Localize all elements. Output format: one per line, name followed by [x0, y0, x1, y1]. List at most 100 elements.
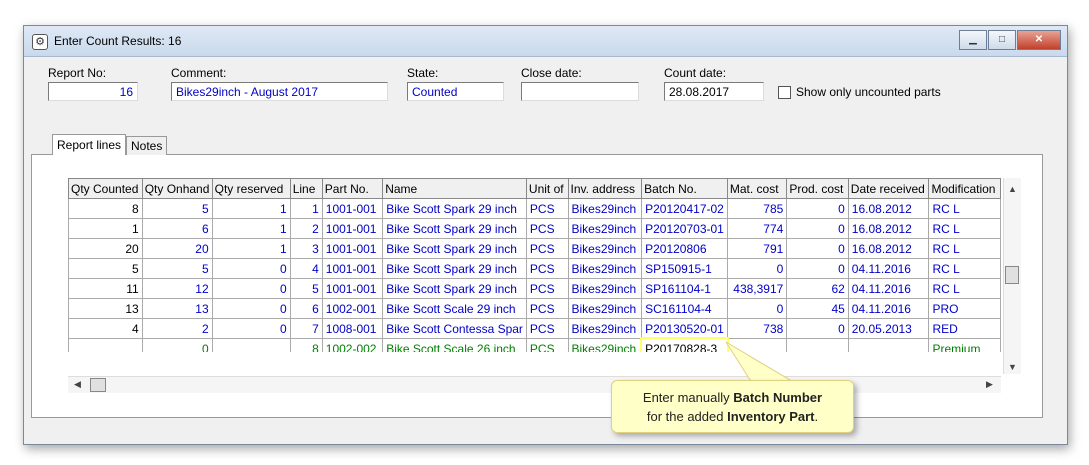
grid-cell[interactable]: 3	[289, 238, 323, 259]
grid-cell[interactable]: P20120417-02	[641, 198, 728, 219]
grid-cell[interactable]: 12	[141, 278, 213, 299]
column-header[interactable]: Qty Counted	[68, 178, 143, 199]
grid-cell[interactable]: Bike Scott Spark 29 inch	[382, 198, 527, 219]
grid-cell[interactable]: RC L	[928, 238, 1001, 259]
grid-cell[interactable]: Bike Scott Contessa Spar	[382, 318, 527, 339]
grid-cell[interactable]: Bikes29inch	[567, 218, 643, 239]
grid-cell[interactable]: Bike Scott Scale 29 inch	[382, 298, 527, 319]
grid-cell[interactable]: P20120806	[641, 238, 728, 259]
grid-cell[interactable]: 8	[68, 198, 143, 219]
grid-cell[interactable]: 1	[211, 238, 291, 259]
grid-cell[interactable]: 7	[289, 318, 323, 339]
grid-cell[interactable]: RC L	[928, 278, 1001, 299]
grid-cell[interactable]: RC L	[928, 258, 1001, 279]
grid-cell[interactable]: 0	[726, 298, 788, 319]
state-field[interactable]: Counted	[407, 82, 504, 101]
grid-cell[interactable]: 04.11.2016	[847, 258, 930, 279]
grid-cell[interactable]: 0	[211, 258, 291, 279]
grid-cell[interactable]	[726, 338, 788, 352]
grid-cell[interactable]: 20.05.2013	[847, 318, 930, 339]
scroll-up-arrow-icon[interactable]: ▲	[1008, 184, 1017, 194]
grid-cell[interactable]: 0	[726, 258, 788, 279]
grid-cell[interactable]: 1008-001	[321, 318, 384, 339]
grid-cell[interactable]: 0	[211, 318, 291, 339]
grid-cell[interactable]: SC161104-4	[641, 298, 728, 319]
column-header[interactable]: Qty Onhand	[141, 178, 213, 199]
table-row[interactable]: 13 13 0 6 1002-001 Bike Scott Scale 29 i…	[68, 298, 1001, 319]
grid-cell[interactable]: 1001-001	[321, 198, 384, 219]
column-header[interactable]: Part No.	[321, 178, 384, 199]
grid-cell[interactable]: 62	[786, 278, 849, 299]
grid-cell[interactable]: Bikes29inch	[567, 298, 643, 319]
minimize-button[interactable]: ▁	[959, 30, 987, 50]
grid-cell[interactable]: 0	[786, 238, 849, 259]
grid-cell[interactable]: 45	[786, 298, 849, 319]
grid-cell[interactable]: 785	[726, 198, 788, 219]
scroll-down-arrow-icon[interactable]: ▼	[1008, 362, 1017, 372]
grid-cell[interactable]: 16.08.2012	[847, 218, 930, 239]
grid-cell[interactable]: 774	[726, 218, 788, 239]
grid-cell[interactable]: Bikes29inch	[567, 338, 643, 352]
grid-cell[interactable]: PCS	[525, 198, 569, 219]
column-header[interactable]: Inv. address	[567, 178, 643, 199]
column-header[interactable]: Unit of	[525, 178, 569, 199]
table-row[interactable]: 8 5 1 1 1001-001 Bike Scott Spark 29 inc…	[68, 198, 1001, 219]
grid-cell[interactable]: Bike Scott Spark 29 inch	[382, 278, 527, 299]
grid-cell[interactable]: Bikes29inch	[567, 318, 643, 339]
grid-cell[interactable]	[786, 338, 849, 352]
grid-cell[interactable]: 20	[68, 238, 143, 259]
close-button[interactable]: ✕	[1017, 30, 1061, 50]
grid-cell[interactable]: 1001-001	[321, 258, 384, 279]
grid-cell[interactable]: 0	[211, 298, 291, 319]
grid-cell[interactable]: RC L	[928, 218, 1001, 239]
comment-field[interactable]: Bikes29inch - August 2017	[171, 82, 388, 101]
grid-cell[interactable]: 2	[141, 318, 213, 339]
table-row[interactable]: 1 6 1 2 1001-001 Bike Scott Spark 29 inc…	[68, 218, 1001, 239]
grid-cell[interactable]: 4	[289, 258, 323, 279]
column-header[interactable]: Prod. cost	[786, 178, 849, 199]
grid-cell[interactable]: Premium	[928, 338, 1001, 352]
title-bar[interactable]: ⚙ Enter Count Results: 16 ▁ □ ✕	[24, 26, 1067, 57]
grid-cell[interactable]	[847, 338, 930, 352]
grid-cell[interactable]: 5	[141, 198, 213, 219]
grid-cell[interactable]: RC L	[928, 198, 1001, 219]
close-date-field[interactable]	[521, 82, 639, 101]
grid-cell[interactable]: 1	[289, 198, 323, 219]
column-header[interactable]: Date received	[847, 178, 930, 199]
grid-cell[interactable]: 1	[211, 198, 291, 219]
grid-cell[interactable]: 6	[141, 218, 213, 239]
grid-cell[interactable]: 8	[289, 338, 323, 352]
grid-cell[interactable]: Bikes29inch	[567, 258, 643, 279]
grid-cell[interactable]: PCS	[525, 338, 569, 352]
column-header[interactable]: Line	[289, 178, 323, 199]
table-row[interactable]: 11 12 0 5 1001-001 Bike Scott Spark 29 i…	[68, 278, 1001, 299]
grid-cell[interactable]: 0	[786, 218, 849, 239]
grid-cell[interactable]: 1	[68, 218, 143, 239]
grid-cell[interactable]: Bike Scott Scale 26 inch	[382, 338, 527, 352]
grid-cell[interactable]: 5	[289, 278, 323, 299]
grid-cell[interactable]: SP150915-1	[641, 258, 728, 279]
grid-cell[interactable]: 4	[68, 318, 143, 339]
report-no-field[interactable]: 16	[48, 82, 138, 101]
column-header[interactable]: Mat. cost	[726, 178, 788, 199]
grid-cell[interactable]: 16.08.2012	[847, 238, 930, 259]
horizontal-scrollbar[interactable]: ◀ ▶	[68, 376, 1001, 393]
grid-cell[interactable]: 0	[141, 338, 213, 352]
table-row[interactable]: 20 20 1 3 1001-001 Bike Scott Spark 29 i…	[68, 238, 1001, 259]
grid-cell[interactable]: PCS	[525, 318, 569, 339]
grid-cell[interactable]: RED	[928, 318, 1001, 339]
grid-cell[interactable]: PRO	[928, 298, 1001, 319]
grid-cell[interactable]: SP161104-1	[641, 278, 728, 299]
grid-cell[interactable]: PCS	[525, 298, 569, 319]
grid-cell[interactable]: PCS	[525, 278, 569, 299]
grid-cell[interactable]: 2	[289, 218, 323, 239]
maximize-button[interactable]: □	[988, 30, 1016, 50]
scroll-left-arrow-icon[interactable]: ◀	[74, 379, 81, 390]
grid-cell[interactable]: 13	[68, 298, 143, 319]
grid-cell[interactable]: Bike Scott Spark 29 inch	[382, 218, 527, 239]
grid-cell[interactable]: 438,3917	[726, 278, 788, 299]
tab-report-lines[interactable]: Report lines	[52, 134, 127, 155]
horizontal-scroll-thumb[interactable]	[90, 378, 106, 392]
grid-cell[interactable]: 1002-002	[321, 338, 384, 352]
vertical-scroll-thumb[interactable]	[1005, 266, 1019, 284]
